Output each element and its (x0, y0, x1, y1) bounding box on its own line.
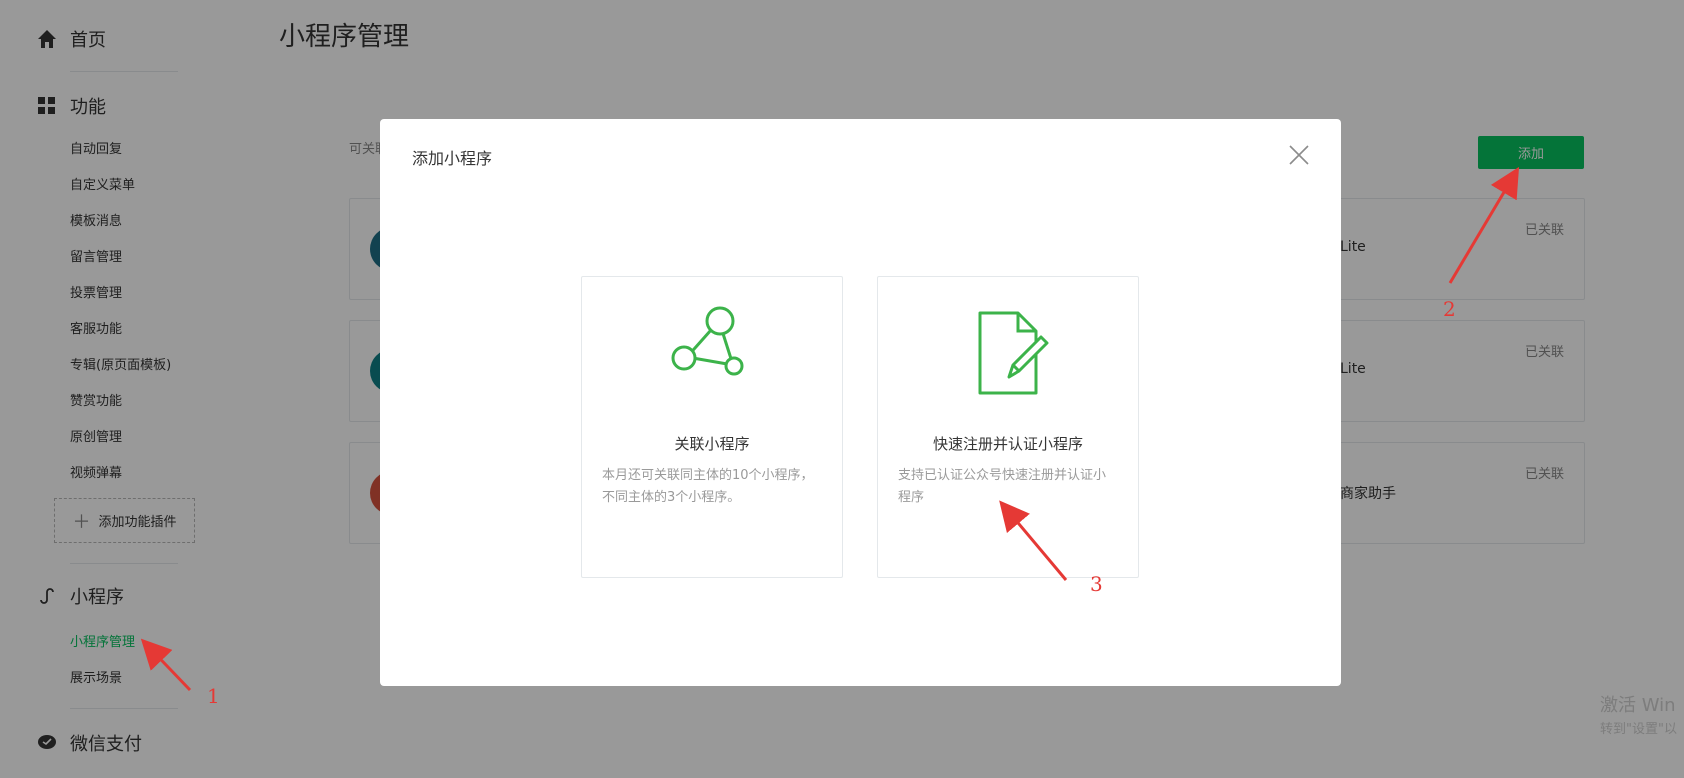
option-title: 关联小程序 (674, 435, 750, 453)
close-icon[interactable] (1287, 143, 1311, 167)
add-miniprogram-dialog: 添加小程序 关联小程序 本月还可关联同主体的10个小程序，不同主体的3个小程序。 (380, 119, 1341, 686)
option-description: 本月还可关联同主体的10个小程序，不同主体的3个小程序。 (602, 468, 814, 505)
option-title: 快速注册并认证小程序 (932, 435, 1083, 453)
annotation-number-3: 3 (1090, 572, 1103, 596)
network-icon (667, 305, 757, 395)
option-description: 支持已认证公众号快速注册并认证小程序 (898, 468, 1107, 505)
annotation-number-2: 2 (1443, 297, 1456, 321)
annotation-number-1: 1 (207, 684, 220, 708)
link-miniprogram-option[interactable]: 关联小程序 本月还可关联同主体的10个小程序，不同主体的3个小程序。 (581, 276, 843, 578)
dialog-title: 添加小程序 (412, 149, 493, 168)
quick-register-option[interactable]: 快速注册并认证小程序 支持已认证公众号快速注册并认证小程序 (877, 276, 1139, 578)
document-pen-icon (963, 305, 1053, 395)
